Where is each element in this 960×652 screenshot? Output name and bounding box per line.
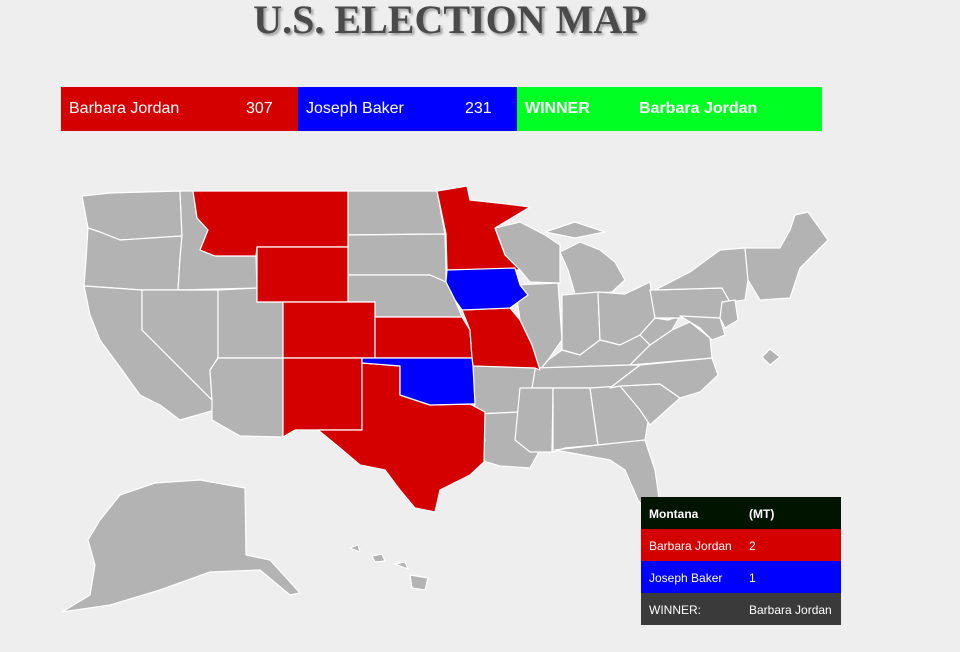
state-hawaii[interactable] <box>349 544 429 591</box>
state-montana[interactable] <box>192 190 349 257</box>
tooltip-header: Montana (MT) <box>641 497 841 529</box>
state-alaska[interactable] <box>61 479 301 613</box>
tooltip-state-abbr: (MT) <box>749 507 775 521</box>
tooltip-candidate-a-name: Barbara Jordan <box>649 539 732 553</box>
state-colorado[interactable] <box>282 301 376 359</box>
state-new-mexico[interactable] <box>282 357 363 438</box>
tooltip-candidate-a-votes: 2 <box>749 539 756 553</box>
state-arizona[interactable] <box>209 357 284 438</box>
state-wyoming[interactable] <box>256 246 349 303</box>
tooltip-candidate-b-votes: 1 <box>749 571 756 585</box>
tooltip-candidate-b-name: Joseph Baker <box>649 571 723 585</box>
state-kansas[interactable] <box>374 316 473 359</box>
tooltip-candidate-a-row: Barbara Jordan 2 <box>641 529 841 561</box>
state-tooltip: Montana (MT) Barbara Jordan 2 Joseph Bak… <box>641 497 841 625</box>
tooltip-candidate-b-row: Joseph Baker 1 <box>641 561 841 593</box>
state-mississippi[interactable] <box>514 387 554 453</box>
state-new-england[interactable] <box>744 211 829 301</box>
tooltip-winner-row: WINNER: Barbara Jordan <box>641 593 841 625</box>
tooltip-winner-label: WINNER: <box>649 603 701 617</box>
state-pennsylvania[interactable] <box>649 287 731 319</box>
state-dc[interactable] <box>761 348 781 366</box>
tooltip-winner-name: Barbara Jordan <box>749 603 832 617</box>
state-new-jersey[interactable] <box>719 299 739 329</box>
state-iowa[interactable] <box>445 267 529 311</box>
state-north-dakota[interactable] <box>347 190 446 236</box>
tooltip-state-name: Montana <box>649 507 699 521</box>
